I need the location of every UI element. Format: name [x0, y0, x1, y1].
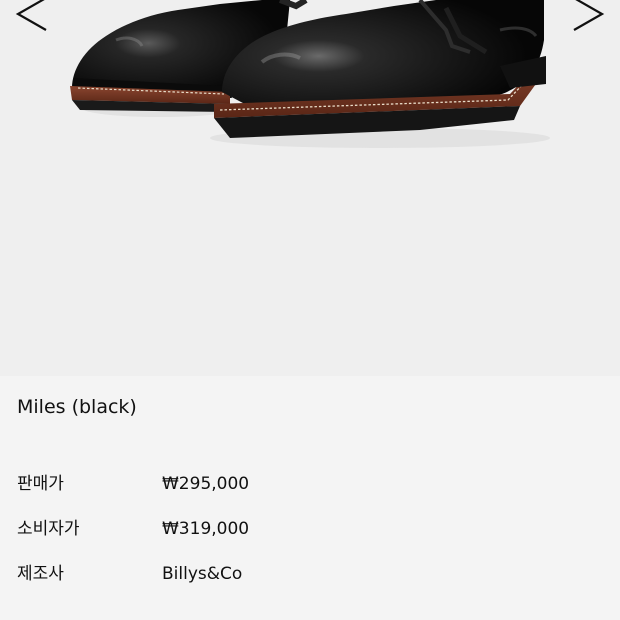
- product-image-gallery[interactable]: [0, 0, 620, 376]
- prev-image-button[interactable]: [8, 0, 52, 36]
- chevron-left-icon: [15, 0, 47, 31]
- retail-price-label: 소비자가: [17, 519, 80, 539]
- product-name: Miles (black): [17, 396, 137, 418]
- retail-price-value: ₩319,000: [162, 519, 250, 539]
- chevron-right-icon: [573, 0, 605, 31]
- retail-price-row: 소비자가 ₩319,000: [17, 517, 597, 541]
- product-detail-page: Miles (black) 판매가 ₩295,000 소비자가 ₩319,000…: [0, 0, 620, 620]
- sale-price-row: 판매가 ₩295,000: [17, 472, 597, 496]
- sale-price-label: 판매가: [17, 474, 64, 494]
- product-info: Miles (black) 판매가 ₩295,000 소비자가 ₩319,000…: [0, 376, 620, 620]
- next-image-button[interactable]: [568, 0, 612, 36]
- manufacturer-row: 제조사 Billys&Co: [17, 562, 597, 586]
- manufacturer-label: 제조사: [17, 564, 64, 584]
- sale-price-value: ₩295,000: [162, 474, 250, 494]
- manufacturer-value: Billys&Co: [162, 564, 243, 584]
- product-photo: [70, 0, 550, 148]
